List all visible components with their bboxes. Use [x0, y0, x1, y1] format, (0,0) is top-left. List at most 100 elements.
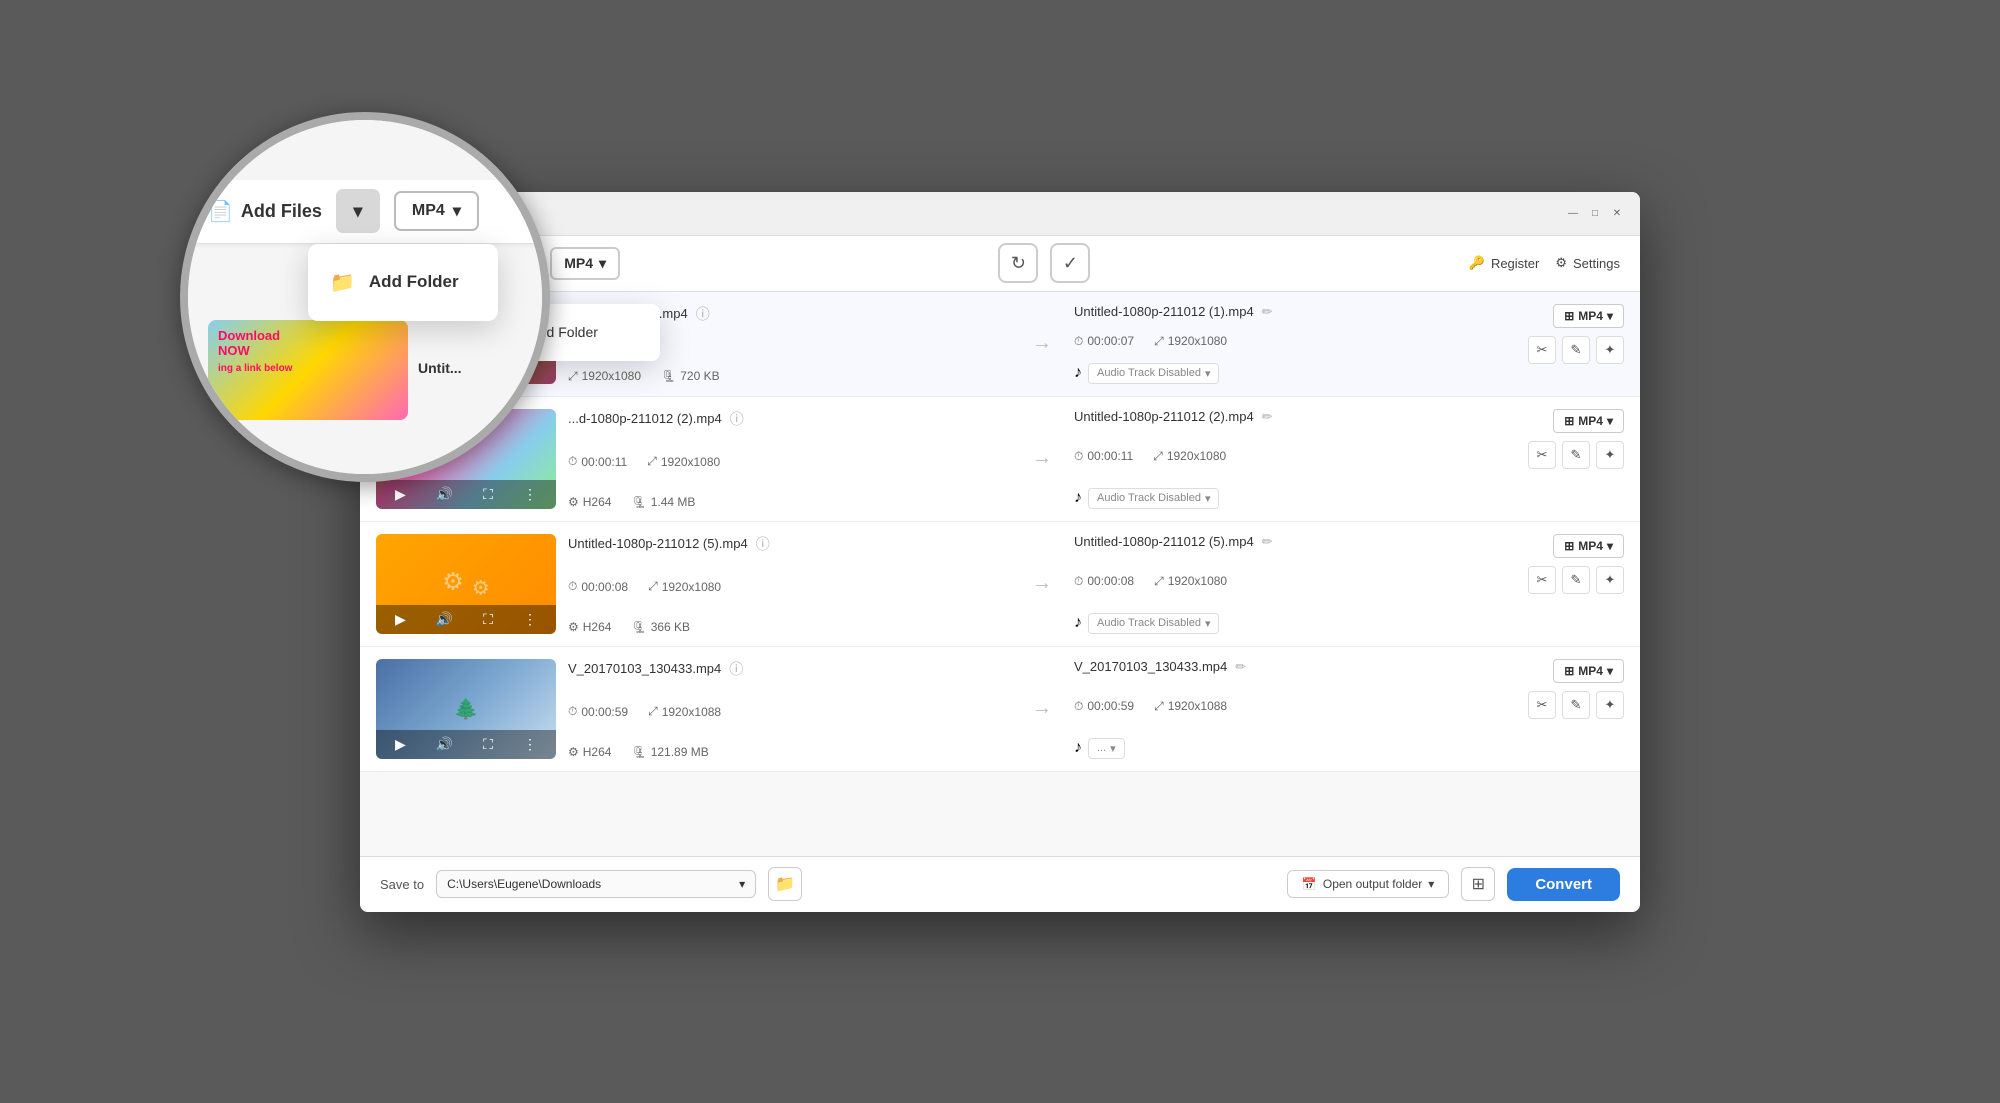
audio-icon: ♪	[1074, 614, 1082, 632]
refresh-button[interactable]: ↻	[998, 243, 1038, 283]
fullscreen-button[interactable]: ⛶	[479, 609, 497, 630]
info-icon[interactable]: ⓘ	[696, 304, 710, 324]
thumb-gears: ⚙ ⚙	[442, 567, 489, 600]
edit-name-icon[interactable]: ✏	[1262, 409, 1273, 425]
clock-icon: ⏱	[568, 579, 577, 594]
edit-button[interactable]: ✎	[1562, 566, 1590, 594]
audio-track-label: Audio Track Disabled	[1097, 492, 1201, 504]
file-info: ...d-1080p-211012 (2).mp4 ⓘ ⏱ 00:00:11 ⤢…	[568, 409, 1010, 509]
minimize-button[interactable]: —	[1566, 206, 1580, 220]
close-button[interactable]: ✕	[1610, 206, 1624, 220]
codec-meta: ⚙ H264	[568, 620, 611, 634]
arrow-right-icon: →	[1032, 447, 1052, 470]
register-label: Register	[1491, 256, 1539, 271]
scissors-button[interactable]: ✂	[1528, 566, 1556, 594]
maximize-button[interactable]: □	[1588, 206, 1602, 220]
output-actions: ⊞ MP4 ▾ ✂ ✎ ✦	[1528, 659, 1624, 759]
output-format-tag[interactable]: ⊞ MP4 ▾	[1553, 304, 1624, 328]
content-area[interactable]: ▶ 🔊 ⛶ ⋮ Untit... ...op 211012 (1).mp4 ⓘ	[360, 292, 1640, 856]
wand-button[interactable]: ✦	[1596, 441, 1624, 469]
storage-icon: 🗜	[661, 369, 676, 383]
output-format-tag[interactable]: ⊞ MP4 ▾	[1553, 659, 1624, 683]
output-info: Untitled-1080p-211012 (2).mp4 ✏ ⏱ 00:00:…	[1074, 409, 1516, 509]
codec-meta: ⚙ H264	[568, 495, 611, 509]
volume-button[interactable]: 🔊	[432, 734, 457, 755]
play-button[interactable]: ▶	[391, 484, 410, 505]
chevron-down-icon: ▾	[1205, 492, 1211, 505]
convert-button[interactable]: Convert	[1507, 868, 1620, 901]
volume-button[interactable]: 🔊	[432, 484, 457, 505]
audio-track-dropdown[interactable]: ... ▾	[1088, 738, 1125, 759]
wand-button[interactable]: ✦	[1596, 691, 1624, 719]
output-name: V_20170103_130433.mp4	[1074, 659, 1227, 674]
grid-view-button[interactable]: ⊞	[1461, 867, 1495, 901]
mag-thumb-text: DownloadNOWing a link below	[218, 328, 292, 375]
arrow-col: →	[1022, 409, 1062, 509]
more-button[interactable]: ⋮	[519, 609, 541, 630]
format-arrow-icon: ▾	[599, 255, 606, 272]
mag-thumbnail: DownloadNOWing a link below	[208, 320, 408, 420]
info-icon[interactable]: ⓘ	[730, 409, 744, 429]
scissors-button[interactable]: ✂	[1528, 691, 1556, 719]
volume-button[interactable]: 🔊	[432, 609, 457, 630]
register-button[interactable]: 🔑 Register	[1469, 255, 1540, 271]
audio-track-dropdown[interactable]: Audio Track Disabled ▾	[1088, 363, 1219, 384]
wand-button[interactable]: ✦	[1596, 336, 1624, 364]
edit-button[interactable]: ✎	[1562, 441, 1590, 469]
clock-icon: ⏱	[1074, 334, 1083, 349]
play-button[interactable]: ▶	[391, 734, 410, 755]
output-format-tag[interactable]: ⊞ MP4 ▾	[1553, 534, 1624, 558]
edit-name-icon[interactable]: ✏	[1262, 534, 1273, 550]
fullscreen-button[interactable]: ⛶	[479, 484, 497, 505]
resize-icon2: ⤢	[1154, 699, 1164, 714]
mag-add-folder-icon: 📁	[330, 270, 355, 295]
check-button[interactable]: ✓	[1050, 243, 1090, 283]
wand-button[interactable]: ✦	[1596, 566, 1624, 594]
scissors-button[interactable]: ✂	[1528, 441, 1556, 469]
path-dropdown-icon: ▾	[739, 877, 745, 891]
audio-track-label: Audio Track Disabled	[1097, 617, 1201, 629]
output-resolution: ⤢ 1920x1088	[1154, 699, 1227, 714]
more-button[interactable]: ⋮	[519, 734, 541, 755]
clock-icon: ⏱	[568, 454, 577, 469]
file-meta: ⤢ 1920x1080 🗜 720 KB	[568, 369, 1010, 384]
output-format-tag[interactable]: ⊞ MP4 ▾	[1553, 409, 1624, 433]
arrow-right-icon: →	[1032, 697, 1052, 720]
arrow-col: →	[1022, 304, 1062, 384]
audio-track-dropdown[interactable]: Audio Track Disabled ▾	[1088, 488, 1219, 509]
more-button[interactable]: ⋮	[519, 484, 541, 505]
path-value: C:\Users\Eugene\Downloads	[447, 877, 601, 891]
edit-button[interactable]: ✎	[1562, 691, 1590, 719]
open-output-folder-button[interactable]: 📅 Open output folder ▾	[1287, 870, 1449, 898]
output-resolution: ⤢ 1920x1080	[1154, 574, 1227, 589]
output-actions: ⊞ MP4 ▾ ✂ ✎ ✦	[1528, 304, 1624, 384]
output-resolution: ⤢ 1920x1080	[1153, 449, 1226, 464]
edit-name-icon[interactable]: ✏	[1262, 304, 1273, 320]
codec-icon: ⚙	[568, 495, 579, 509]
format-selector-button[interactable]: MP4 ▾	[550, 247, 620, 280]
info-icon[interactable]: ⓘ	[756, 534, 770, 554]
app-title: orbits Video Converter	[376, 206, 1566, 221]
table-row: ⚙ ⚙ ▶ 🔊 ⛶ ⋮ Untitled-1080p-211012 (5).mp…	[360, 522, 1640, 647]
storage-icon: 🗜	[631, 620, 646, 634]
output-meta: ⏱ 00:00:07 ⤢ 1920x1080	[1074, 334, 1516, 349]
edit-button[interactable]: ✎	[1562, 336, 1590, 364]
thumb-tree: 🌲	[454, 696, 479, 721]
file-meta-2: ⚙ H264 🗜 1.44 MB	[568, 495, 1010, 509]
settings-button[interactable]: ⚙ Settings	[1555, 255, 1620, 271]
clock-icon: ⏱	[1074, 574, 1083, 589]
audio-track-dropdown[interactable]: Audio Track Disabled ▾	[1088, 613, 1219, 634]
file-name: Untitled-1080p-211012 (5).mp4	[568, 536, 748, 551]
save-path-input[interactable]: C:\Users\Eugene\Downloads ▾	[436, 870, 756, 898]
open-folder-button[interactable]: 📁	[768, 867, 802, 901]
fullscreen-button[interactable]: ⛶	[479, 734, 497, 755]
action-icons: ✂ ✎ ✦	[1528, 691, 1624, 719]
play-button[interactable]: ▶	[391, 609, 410, 630]
thumbnail-overlay: ▶ 🔊 ⛶ ⋮	[376, 605, 556, 634]
edit-name-icon[interactable]: ✏	[1235, 659, 1246, 675]
scissors-button[interactable]: ✂	[1528, 336, 1556, 364]
info-icon[interactable]: ⓘ	[729, 659, 743, 679]
duration-meta: ⏱ 00:00:11	[568, 454, 627, 469]
arrow-right-icon: →	[1032, 572, 1052, 595]
file-info: Untitled-1080p-211012 (5).mp4 ⓘ ⏱ 00:00:…	[568, 534, 1010, 634]
